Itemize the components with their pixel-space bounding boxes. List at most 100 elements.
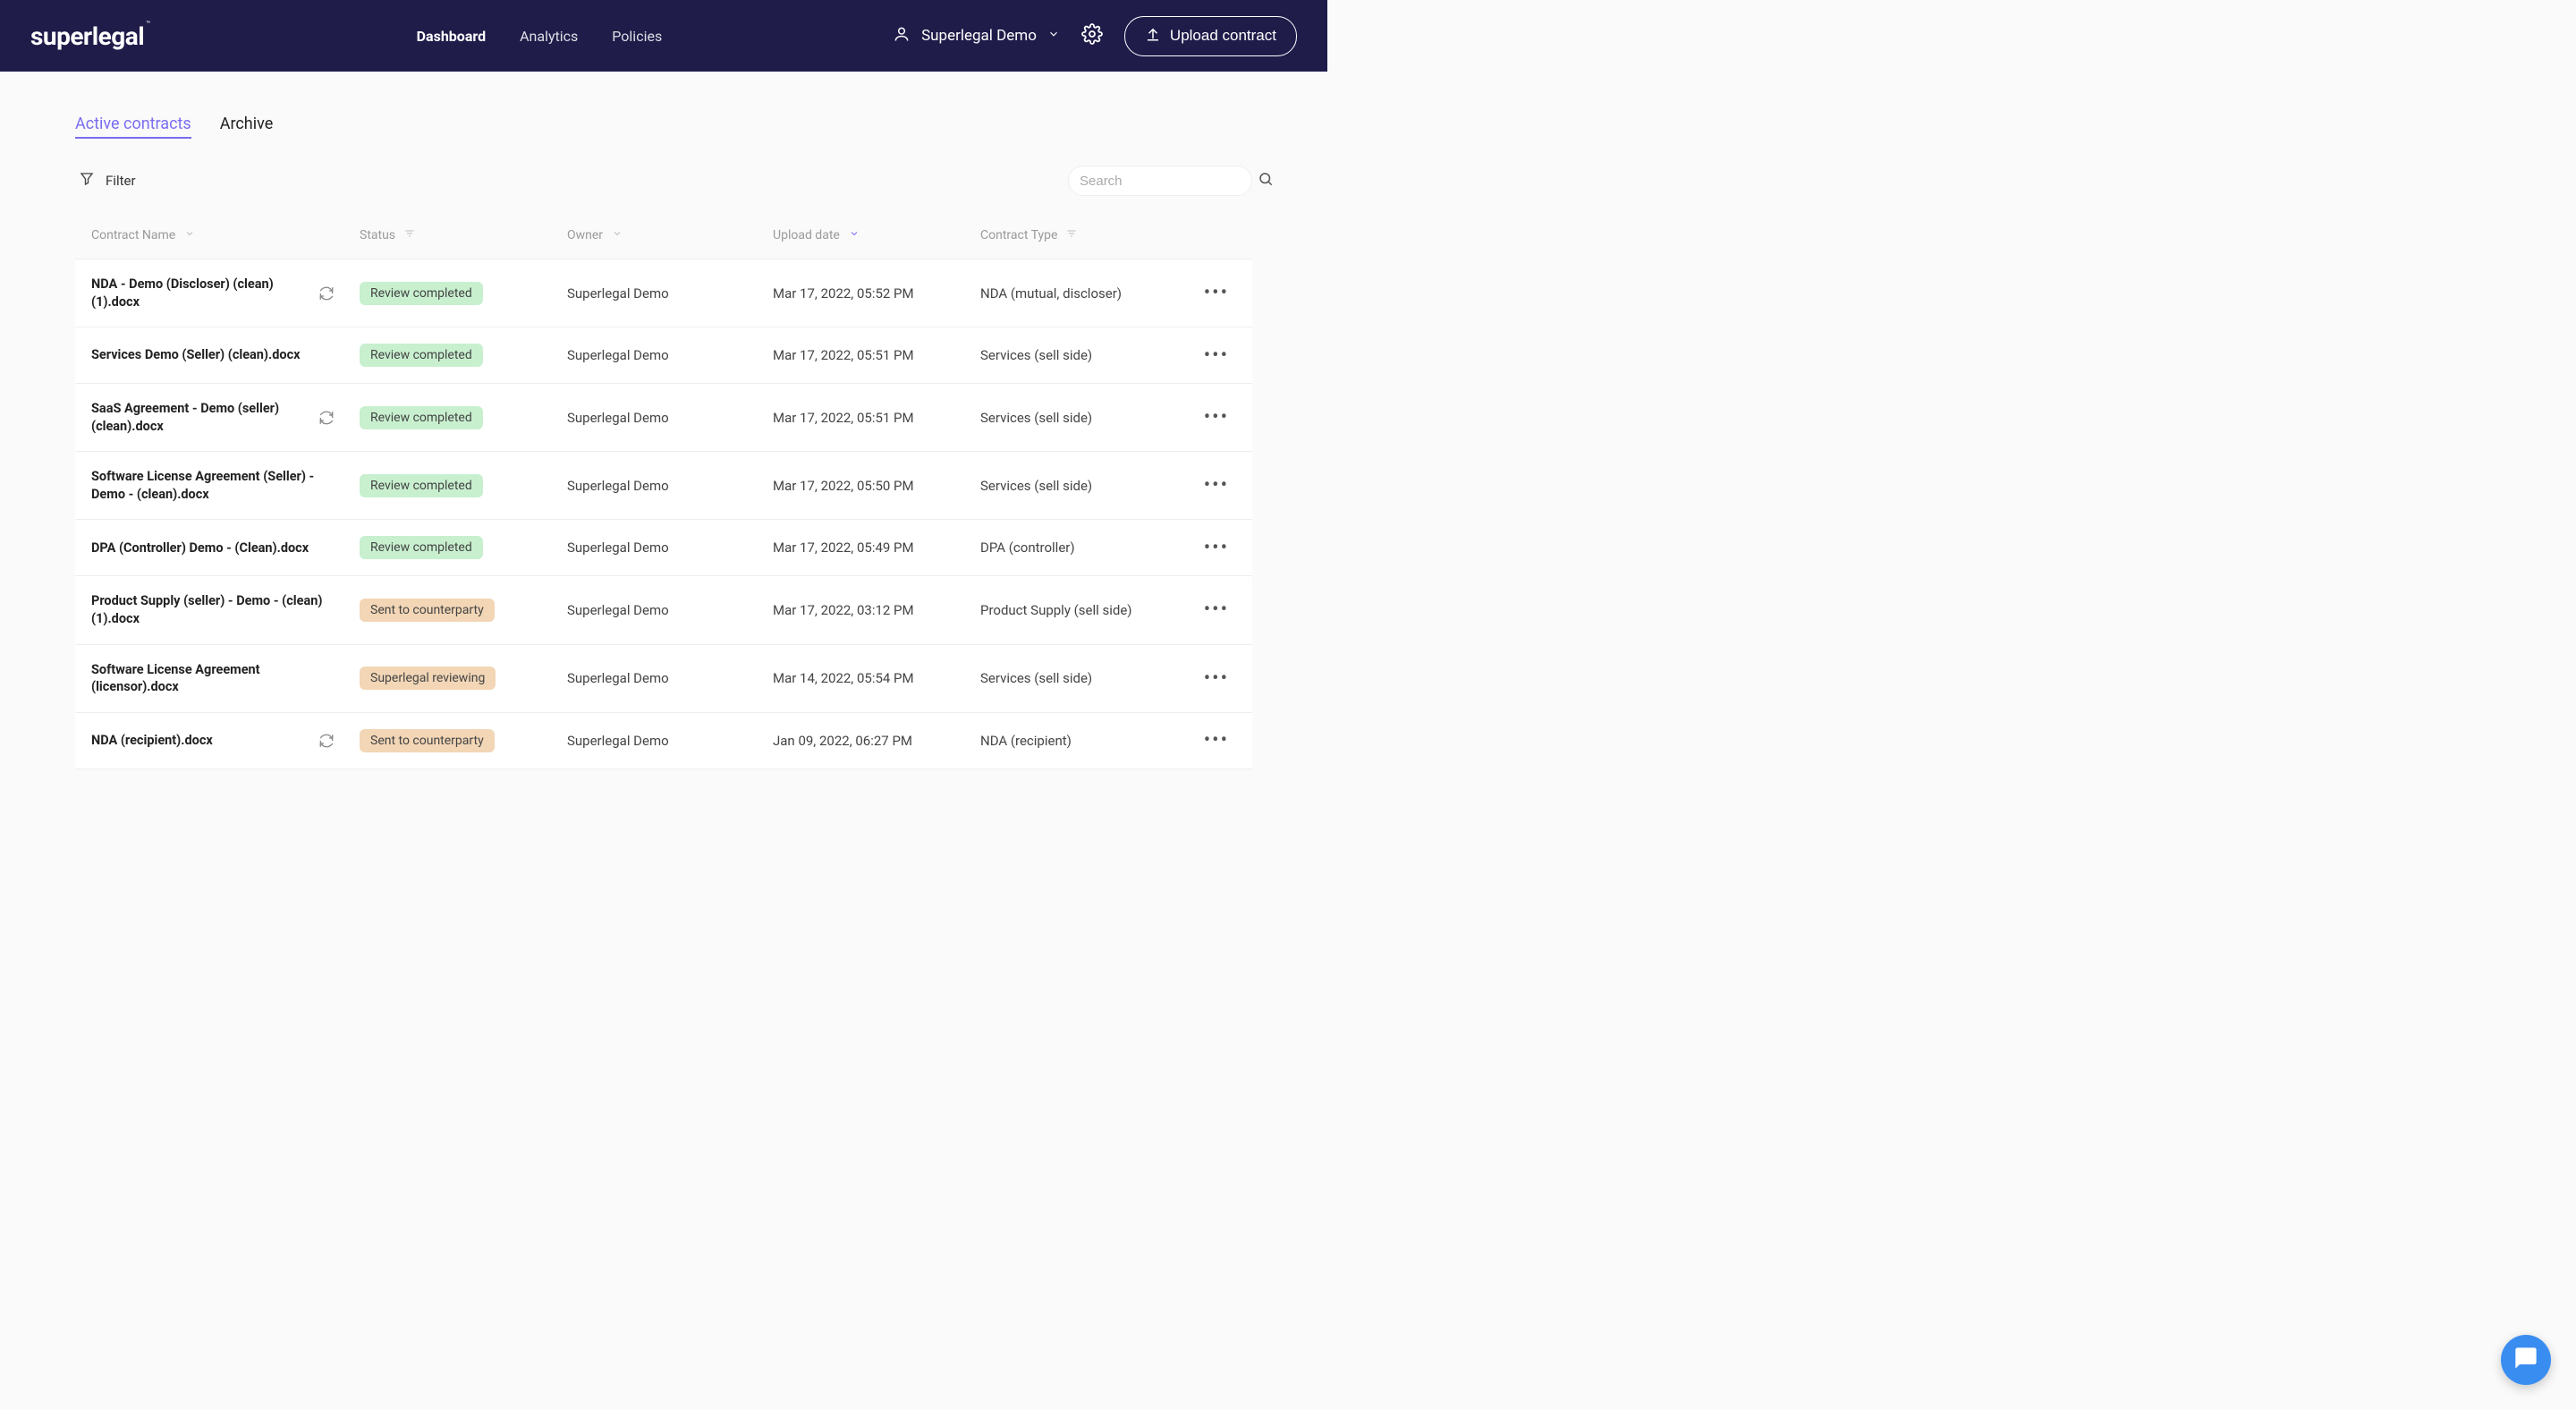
- nav-policies[interactable]: Policies: [612, 28, 662, 45]
- cell-contract-name: Software License Agreement (Seller) - De…: [91, 468, 360, 503]
- brand-text: superlegal: [30, 21, 144, 51]
- table-row[interactable]: Software License Agreement (licensor).do…: [75, 644, 1252, 712]
- status-badge: Sent to counterparty: [360, 599, 495, 622]
- gear-icon: [1081, 23, 1103, 48]
- table-row[interactable]: Product Supply (seller) - Demo - (clean)…: [75, 575, 1252, 643]
- filter-label: Filter: [106, 173, 136, 189]
- contracts-table: Contract Name Status Owner Upload date C…: [75, 228, 1252, 769]
- trademark: ™: [146, 20, 150, 28]
- status-badge: Review completed: [360, 344, 483, 367]
- tab-archive[interactable]: Archive: [220, 115, 274, 139]
- search-input[interactable]: [1080, 174, 1258, 189]
- cell-owner: Superlegal Demo: [567, 410, 773, 426]
- cell-status: Review completed: [360, 474, 567, 497]
- refresh-icon[interactable]: [318, 733, 335, 749]
- nav-analytics[interactable]: Analytics: [520, 28, 578, 45]
- col-label: Contract Name: [91, 228, 175, 242]
- status-badge: Sent to counterparty: [360, 729, 495, 752]
- cell-upload-date: Mar 17, 2022, 05:49 PM: [773, 539, 980, 556]
- contract-filename: Software License Agreement (Seller) - De…: [91, 468, 335, 503]
- cell-owner: Superlegal Demo: [567, 602, 773, 618]
- col-header-status[interactable]: Status: [360, 228, 567, 242]
- col-label: Status: [360, 228, 395, 242]
- main-content: Active contracts Archive Filter Contract…: [0, 72, 1327, 769]
- cell-contract-type: Services (sell side): [980, 670, 1186, 686]
- table-row[interactable]: Services Demo (Seller) (clean).docx Revie…: [75, 327, 1252, 383]
- tab-active-contracts[interactable]: Active contracts: [75, 115, 191, 139]
- chat-icon: [2513, 1346, 2538, 1374]
- content-tabs: Active contracts Archive: [75, 115, 1252, 139]
- cell-contract-type: Services (sell side): [980, 478, 1186, 494]
- cell-upload-date: Mar 17, 2022, 05:52 PM: [773, 285, 980, 302]
- row-actions-button[interactable]: •••: [1186, 599, 1236, 621]
- chevron-down-icon: [1047, 27, 1060, 45]
- contract-filename: SaaS Agreement - Demo (seller) (clean).d…: [91, 400, 311, 435]
- row-actions-button[interactable]: •••: [1186, 474, 1236, 497]
- status-badge: Review completed: [360, 474, 483, 497]
- filter-icon: [404, 228, 415, 242]
- cell-owner: Superlegal Demo: [567, 285, 773, 302]
- user-icon: [893, 25, 911, 47]
- cell-contract-name: NDA (recipient).docx: [91, 732, 360, 750]
- status-badge: Review completed: [360, 536, 483, 559]
- col-label: Owner: [567, 228, 603, 242]
- cell-status: Sent to counterparty: [360, 599, 567, 622]
- cell-upload-date: Mar 14, 2022, 05:54 PM: [773, 670, 980, 686]
- cell-owner: Superlegal Demo: [567, 347, 773, 363]
- cell-status: Review completed: [360, 282, 567, 305]
- row-actions-button[interactable]: •••: [1186, 729, 1236, 752]
- table-row[interactable]: SaaS Agreement - Demo (seller) (clean).d…: [75, 383, 1252, 451]
- table-row[interactable]: Software License Agreement (Seller) - De…: [75, 451, 1252, 519]
- chat-fab[interactable]: [2501, 1335, 2551, 1385]
- status-badge: Superlegal reviewing: [360, 667, 496, 690]
- user-name: Superlegal Demo: [921, 27, 1037, 45]
- contract-filename: DPA (Controller) Demo - (Clean).docx: [91, 539, 309, 557]
- col-header-contract-type[interactable]: Contract Type: [980, 228, 1186, 242]
- search-box[interactable]: [1068, 166, 1252, 196]
- table-row[interactable]: NDA (recipient).docx Sent to counterparty…: [75, 712, 1252, 769]
- cell-upload-date: Jan 09, 2022, 06:27 PM: [773, 733, 980, 749]
- cell-contract-type: DPA (controller): [980, 539, 1186, 556]
- filter-button[interactable]: Filter: [79, 171, 136, 191]
- row-actions-button[interactable]: •••: [1186, 344, 1236, 367]
- row-actions-button[interactable]: •••: [1186, 406, 1236, 429]
- refresh-icon[interactable]: [318, 410, 335, 426]
- cell-contract-type: NDA (mutual, discloser): [980, 285, 1186, 302]
- cell-contract-name: Services Demo (Seller) (clean).docx: [91, 346, 360, 364]
- cell-upload-date: Mar 17, 2022, 03:12 PM: [773, 602, 980, 618]
- col-header-owner[interactable]: Owner: [567, 228, 773, 242]
- cell-owner: Superlegal Demo: [567, 670, 773, 686]
- row-actions-button[interactable]: •••: [1186, 282, 1236, 304]
- cell-owner: Superlegal Demo: [567, 539, 773, 556]
- contract-filename: Services Demo (Seller) (clean).docx: [91, 346, 301, 364]
- cell-owner: Superlegal Demo: [567, 733, 773, 749]
- cell-contract-type: Product Supply (sell side): [980, 602, 1186, 618]
- contract-filename: NDA (recipient).docx: [91, 732, 213, 750]
- cell-contract-name: SaaS Agreement - Demo (seller) (clean).d…: [91, 400, 360, 435]
- cell-contract-name: Product Supply (seller) - Demo - (clean)…: [91, 592, 360, 627]
- upload-label: Upload contract: [1170, 27, 1276, 45]
- table-row[interactable]: NDA - Demo (Discloser) (clean) (1).docx R…: [75, 259, 1252, 327]
- app-header: superlegal™ Dashboard Analytics Policies…: [0, 0, 1327, 72]
- row-actions-button[interactable]: •••: [1186, 667, 1236, 690]
- refresh-icon[interactable]: [318, 285, 335, 302]
- col-header-name[interactable]: Contract Name: [91, 228, 360, 242]
- chevron-down-icon: [612, 228, 623, 242]
- upload-contract-button[interactable]: Upload contract: [1124, 16, 1297, 56]
- nav-dashboard[interactable]: Dashboard: [417, 28, 486, 45]
- row-actions-button[interactable]: •••: [1186, 537, 1236, 559]
- cell-contract-name: NDA - Demo (Discloser) (clean) (1).docx: [91, 276, 360, 310]
- table-toolbar: Filter: [75, 166, 1252, 196]
- cell-owner: Superlegal Demo: [567, 478, 773, 494]
- main-nav: Dashboard Analytics Policies: [417, 28, 663, 45]
- table-row[interactable]: DPA (Controller) Demo - (Clean).docx Revi…: [75, 519, 1252, 575]
- cell-status: Review completed: [360, 344, 567, 367]
- contract-filename: NDA - Demo (Discloser) (clean) (1).docx: [91, 276, 311, 310]
- settings-button[interactable]: [1081, 23, 1103, 48]
- col-header-upload-date[interactable]: Upload date: [773, 228, 980, 242]
- cell-status: Superlegal reviewing: [360, 667, 567, 690]
- user-menu[interactable]: Superlegal Demo: [893, 25, 1060, 47]
- status-badge: Review completed: [360, 282, 483, 305]
- cell-contract-type: Services (sell side): [980, 410, 1186, 426]
- cell-contract-name: Software License Agreement (licensor).do…: [91, 661, 360, 696]
